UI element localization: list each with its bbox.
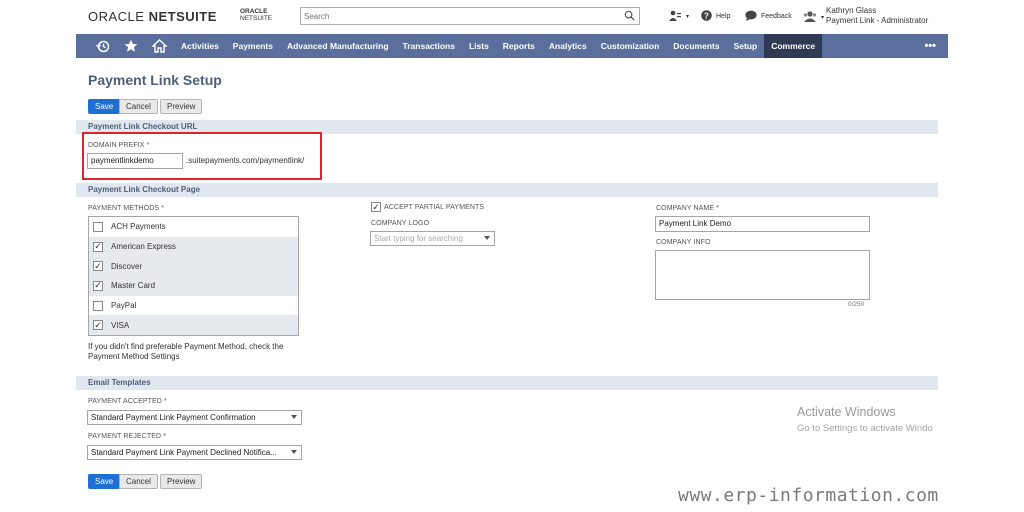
domain-prefix-input[interactable]: paymentlinkdemo (87, 153, 183, 169)
method-label: PayPal (111, 301, 137, 311)
payment-methods-label: PAYMENT METHODS * (88, 205, 164, 212)
account-logo-line2: NETSUITE (240, 15, 273, 22)
page-title: Payment Link Setup (88, 72, 222, 88)
domain-prefix-label: DOMAIN PREFIX * (88, 142, 150, 149)
preview-button-bottom[interactable]: Preview (160, 474, 203, 489)
checkbox[interactable] (93, 300, 103, 311)
chevron-down-icon (484, 236, 490, 240)
chevron-down-icon: ▾ (821, 15, 825, 21)
user-menu-icon[interactable]: ▾ (803, 11, 824, 24)
company-info-textarea[interactable] (655, 250, 870, 300)
company-logo-placeholder: Start typing for searching (374, 234, 463, 243)
list-item[interactable]: ✓ VISA (89, 315, 298, 336)
recent-icon[interactable] (76, 34, 117, 58)
payment-accepted-select[interactable]: Standard Payment Link Payment Confirmati… (87, 410, 302, 425)
nav-setup[interactable]: Setup (727, 34, 765, 58)
list-item[interactable]: ACH Payments (89, 217, 298, 237)
list-item[interactable]: ✓ Discover (89, 256, 298, 277)
method-label: Discover (111, 261, 143, 271)
help-icon: ? (701, 10, 712, 23)
logo-text-oracle: ORACLE (88, 9, 145, 24)
nav-lists[interactable]: Lists (462, 34, 496, 58)
logo-text-netsuite: NETSUITE (148, 9, 217, 24)
people-icon (669, 10, 682, 23)
list-item[interactable]: ✓ Master Card (89, 276, 298, 296)
star-icon[interactable] (117, 34, 145, 58)
checkbox-checked[interactable]: ✓ (93, 261, 103, 272)
payment-rejected-value: Standard Payment Link Payment Declined N… (91, 448, 277, 457)
method-label: Master Card (111, 281, 156, 291)
feedback-link[interactable]: Feedback (745, 10, 792, 23)
method-label: ACH Payments (111, 222, 166, 232)
checkbox-checked[interactable]: ✓ (93, 280, 103, 291)
cancel-button[interactable]: Cancel (119, 99, 158, 114)
activate-windows-title: Activate Windows (797, 405, 896, 419)
company-name-label: COMPANY NAME * (656, 205, 719, 212)
user-role: Payment Link - Administrator (826, 16, 929, 25)
chevron-down-icon (291, 450, 297, 454)
method-label: VISA (111, 320, 130, 330)
company-info-label: COMPANY INFO (656, 239, 711, 246)
user-name: Kathryn Glass (826, 6, 877, 15)
nav-commerce[interactable]: Commerce (764, 34, 823, 58)
payment-method-hint: If you didn't find preferable Payment Me… (88, 342, 283, 362)
main-nav: Activities Payments Advanced Manufacturi… (76, 34, 948, 58)
char-count: 0/250 (848, 301, 865, 308)
nav-payments[interactable]: Payments (226, 34, 280, 58)
nav-more-button[interactable]: ••• (912, 40, 948, 52)
account-logo-line1: ORACLE (240, 8, 268, 15)
user-menu[interactable]: Kathryn Glass Payment Link - Administrat… (826, 6, 928, 26)
cancel-button-bottom[interactable]: Cancel (119, 474, 158, 489)
svg-text:?: ? (704, 11, 709, 20)
recent-records-button[interactable]: ▾ (669, 10, 689, 23)
checkbox-checked[interactable]: ✓ (93, 241, 103, 252)
chevron-down-icon: ▾ (686, 14, 690, 20)
search-icon[interactable] (624, 10, 635, 23)
partial-payments-label: ACCEPT PARTIAL PAYMENTS (384, 203, 485, 211)
chevron-down-icon (291, 415, 297, 419)
global-search[interactable] (300, 7, 640, 25)
payment-accepted-label: PAYMENT ACCEPTED * (88, 398, 167, 405)
nav-documents[interactable]: Documents (666, 34, 726, 58)
home-icon[interactable] (145, 34, 174, 58)
partial-payments-checkbox[interactable]: ✓ (371, 202, 381, 212)
payment-rejected-select[interactable]: Standard Payment Link Payment Declined N… (87, 445, 302, 460)
feedback-icon (745, 10, 757, 23)
account-logo: ORACLE NETSUITE (240, 8, 272, 22)
payment-method-settings-link[interactable]: Payment Method Settings (88, 352, 283, 362)
section-checkout-page[interactable]: Payment Link Checkout Page (76, 183, 938, 197)
nav-activities[interactable]: Activities (174, 34, 226, 58)
site-watermark: www.erp-information.com (678, 485, 939, 506)
checkbox-checked[interactable]: ✓ (93, 320, 103, 331)
activate-windows-subtitle: Go to Settings to activate Windo (797, 423, 933, 434)
nav-advanced-manufacturing[interactable]: Advanced Manufacturing (280, 34, 396, 58)
payment-rejected-label: PAYMENT REJECTED * (88, 433, 167, 440)
list-item[interactable]: ✓ American Express (89, 236, 298, 257)
netsuite-logo[interactable]: ORACLE NETSUITE (88, 9, 217, 24)
feedback-label: Feedback (761, 13, 792, 20)
section-email-templates[interactable]: Email Templates (76, 376, 938, 390)
payment-methods-list: ACH Payments ✓ American Express ✓ Discov… (88, 216, 299, 336)
help-link[interactable]: ? Help (701, 10, 730, 23)
method-label: American Express (111, 242, 176, 252)
nav-analytics[interactable]: Analytics (542, 34, 594, 58)
save-button-bottom[interactable]: Save (88, 474, 121, 489)
save-button[interactable]: Save (88, 99, 121, 114)
list-item[interactable]: PayPal (89, 296, 298, 316)
hint-text: If you didn't find preferable Payment Me… (88, 342, 284, 351)
help-label: Help (716, 13, 731, 20)
domain-suffix: .suitepayments.com/paymentlink/ (186, 156, 305, 165)
payment-accepted-value: Standard Payment Link Payment Confirmati… (91, 413, 256, 422)
checkbox[interactable] (93, 221, 103, 232)
accept-partial-payments[interactable]: ✓ ACCEPT PARTIAL PAYMENTS (371, 202, 484, 212)
nav-customization[interactable]: Customization (594, 34, 667, 58)
user-icon (803, 11, 817, 24)
search-input[interactable] (301, 8, 611, 24)
nav-transactions[interactable]: Transactions (396, 34, 462, 58)
company-logo-select[interactable]: Start typing for searching (370, 231, 495, 246)
preview-button[interactable]: Preview (160, 99, 203, 114)
company-logo-label: COMPANY LOGO (371, 220, 430, 227)
nav-reports[interactable]: Reports (496, 34, 542, 58)
company-name-input[interactable]: Payment Link Demo (655, 216, 870, 232)
